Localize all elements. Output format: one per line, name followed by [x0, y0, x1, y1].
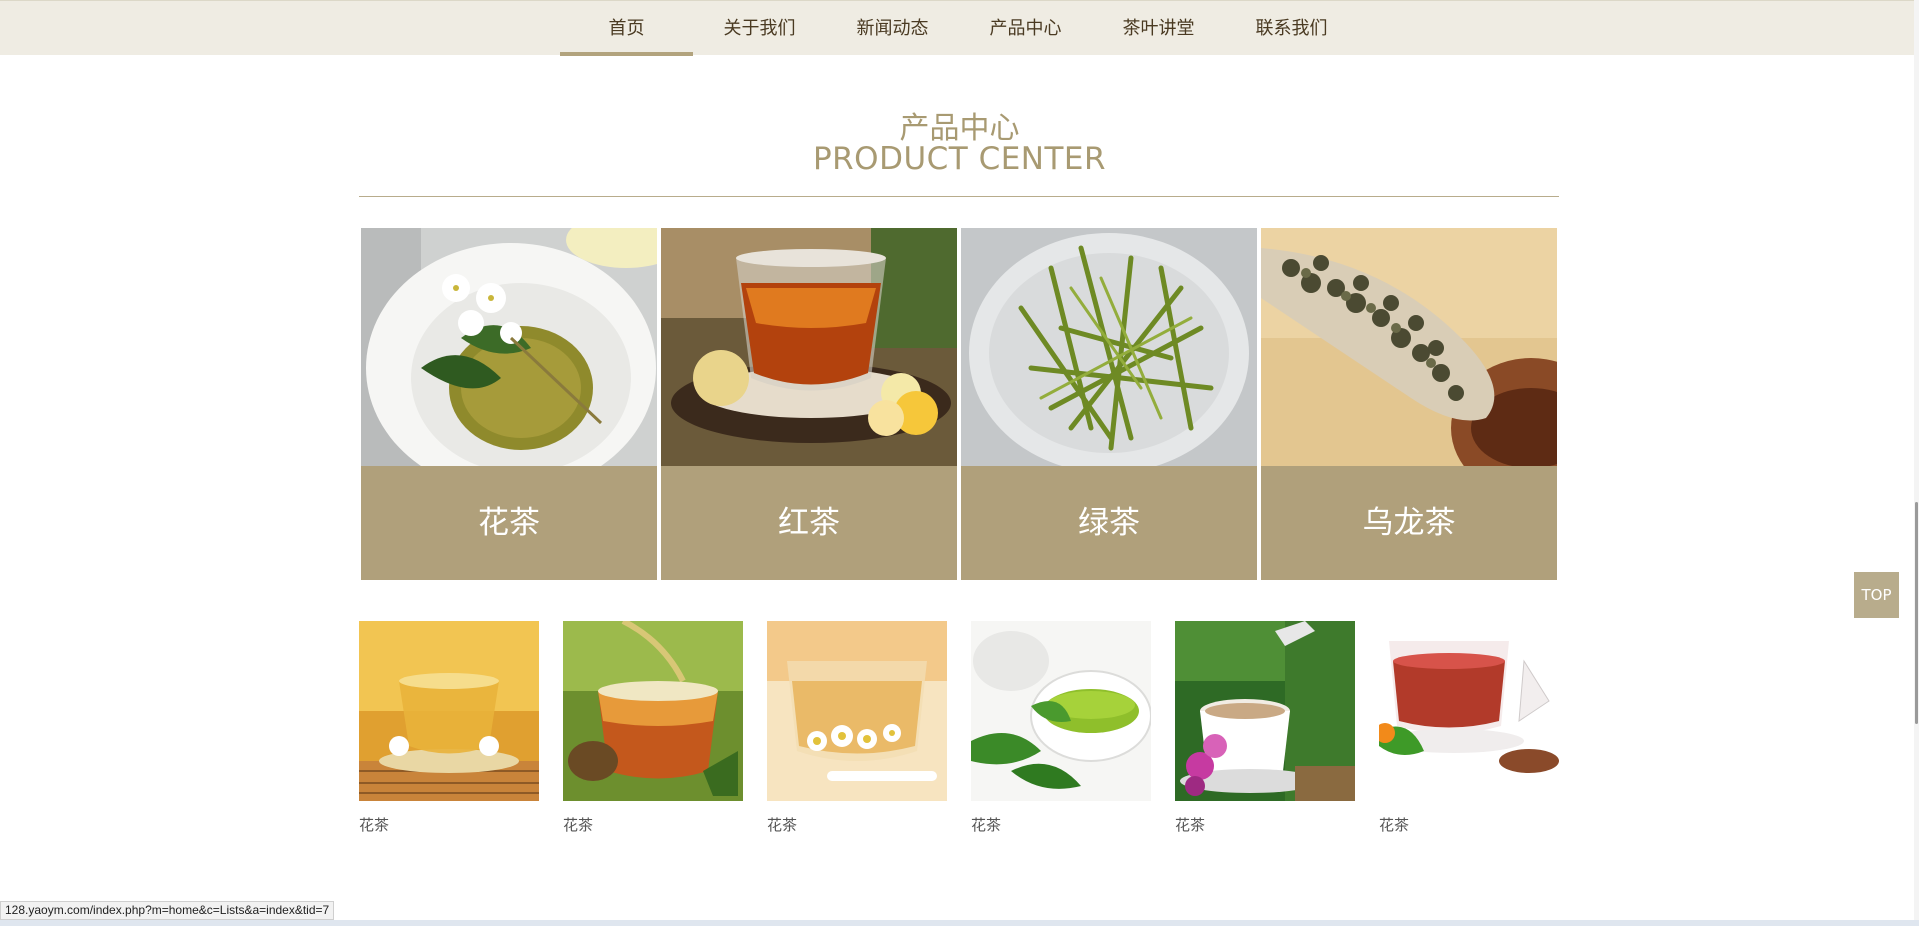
product-image	[1379, 621, 1559, 801]
category-image-black-tea	[661, 228, 957, 466]
nav-item-about[interactable]: 关于我们	[693, 1, 826, 56]
product-image	[359, 621, 539, 801]
product-name: 花茶	[767, 816, 798, 834]
category-card-black-tea[interactable]: 红茶	[661, 228, 957, 580]
nav-list: 首页 关于我们 新闻动态 产品中心 茶叶讲堂 联系我们	[560, 1, 1358, 56]
category-grid: 花茶 红茶 绿茶 乌龙茶	[361, 228, 1557, 580]
product-image	[563, 621, 743, 801]
product-item[interactable]: 花茶	[563, 621, 743, 835]
category-card-flower-tea[interactable]: 花茶	[361, 228, 657, 580]
nav-item-home[interactable]: 首页	[560, 1, 693, 56]
product-list: 花茶 花茶 花茶 花茶 花茶 花茶	[359, 621, 1559, 835]
browser-status-url: 128.yaoym.com/index.php?m=home&c=Lists&a…	[0, 901, 335, 920]
category-image-flower-tea	[361, 228, 657, 466]
page-scrollbar[interactable]	[1914, 0, 1919, 926]
scrollbar-thumb[interactable]	[1915, 502, 1918, 724]
nav-item-products[interactable]: 产品中心	[959, 1, 1092, 56]
back-to-top-button[interactable]: TOP	[1854, 572, 1899, 618]
product-item[interactable]: 花茶	[359, 621, 539, 835]
product-name: 花茶	[1379, 816, 1410, 834]
product-name: 花茶	[971, 816, 1002, 834]
category-card-oolong-tea[interactable]: 乌龙茶	[1261, 228, 1557, 580]
category-image-oolong-tea	[1261, 228, 1557, 466]
product-item[interactable]: 花茶	[971, 621, 1151, 835]
section-title-en: PRODUCT CENTER	[812, 141, 1107, 177]
section-divider	[359, 196, 1559, 197]
category-card-green-tea[interactable]: 绿茶	[961, 228, 1257, 580]
product-item[interactable]: 花茶	[767, 621, 947, 835]
nav-item-news[interactable]: 新闻动态	[826, 1, 959, 56]
product-name: 花茶	[563, 816, 594, 834]
category-label: 乌龙茶	[1261, 466, 1557, 580]
product-name: 花茶	[359, 816, 390, 834]
product-item[interactable]: 花茶	[1175, 621, 1355, 835]
nav-item-contact[interactable]: 联系我们	[1225, 1, 1358, 56]
product-image	[767, 621, 947, 801]
nav-item-tea-class[interactable]: 茶叶讲堂	[1092, 1, 1225, 56]
category-label: 红茶	[661, 466, 957, 580]
product-image	[971, 621, 1151, 801]
category-image-green-tea	[961, 228, 1257, 466]
product-item[interactable]: 花茶	[1379, 621, 1559, 835]
product-name: 花茶	[1175, 816, 1206, 834]
category-label: 绿茶	[961, 466, 1257, 580]
category-label: 花茶	[361, 466, 657, 580]
product-image	[1175, 621, 1355, 801]
top-nav: 首页 关于我们 新闻动态 产品中心 茶叶讲堂 联系我们	[0, 0, 1919, 56]
bottom-edge	[0, 920, 1919, 926]
